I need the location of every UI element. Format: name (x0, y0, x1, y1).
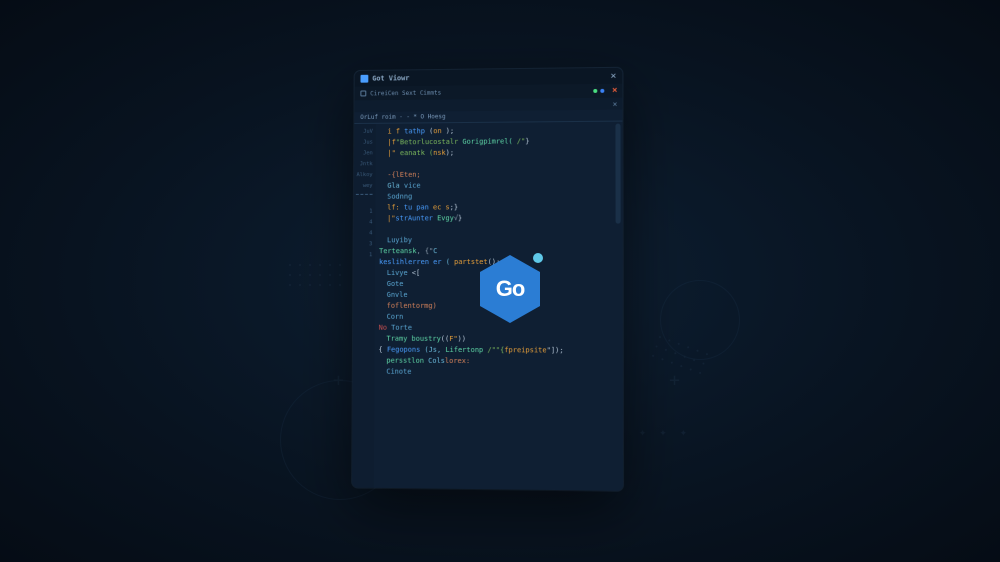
go-logo-text: Go (496, 276, 525, 302)
code-line: Cinote (378, 367, 618, 379)
close-icon[interactable]: × (610, 70, 616, 81)
code-line: No Torte (379, 323, 619, 335)
gutter-line-number: 4 (356, 218, 373, 229)
code-line: |"strAunter Evgy√} (379, 213, 618, 225)
pathbar-close-icon[interactable]: × (613, 99, 618, 108)
go-accent-dot (533, 253, 543, 263)
gutter-label: Jus (356, 138, 373, 149)
code-line: lf: tu pan ec s;} (379, 202, 618, 214)
tab-close-icon[interactable]: × (612, 86, 617, 96)
breadcrumb-text: OrLuf roim · - * O Hoesg (360, 113, 445, 121)
status-dot-green (593, 89, 597, 93)
go-hexagon: Go (480, 255, 540, 323)
gutter-label: Alkoy (356, 170, 373, 181)
gutter: JuVJusJenJntkAlkoywey14431 (352, 124, 376, 488)
tab-status-dots (593, 89, 604, 93)
gutter-line-number: 3 (356, 239, 373, 250)
gutter-line-number: 1 (355, 250, 372, 261)
app-icon (360, 75, 368, 83)
status-dot-blue (600, 89, 604, 93)
gutter-label: Jen (356, 148, 373, 159)
gutter-line-number: 1 (356, 207, 373, 218)
code-line: persstlon Colslorex: (378, 356, 618, 368)
code-line (379, 224, 618, 236)
scrollbar[interactable] (615, 124, 620, 224)
go-logo-badge: Go (480, 255, 540, 323)
gutter-label: Jntk (356, 159, 373, 170)
gutter-label: wey (356, 181, 373, 192)
tab-label[interactable]: CireiCen Sext Cimmts (370, 89, 441, 97)
tab-file-icon (360, 90, 366, 96)
code-line: Luyiby (379, 235, 619, 246)
gutter-label: JuV (356, 127, 373, 138)
gutter-line-number: 4 (356, 228, 373, 239)
window-title: Got Viowr (372, 74, 409, 82)
